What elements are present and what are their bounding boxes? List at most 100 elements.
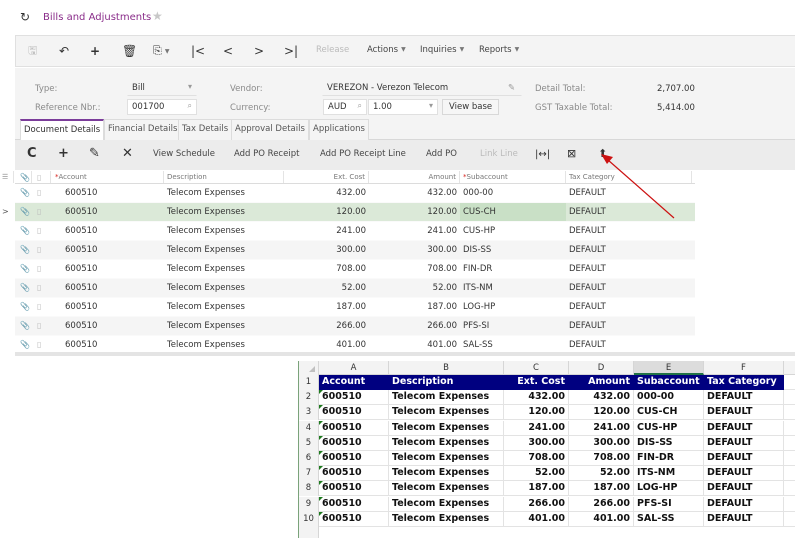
tab-financial-details[interactable]: Financial Details [104, 119, 182, 140]
excel-cell[interactable]: Subaccount [634, 375, 704, 390]
tab-approval-details[interactable]: Approval Details [231, 119, 309, 140]
link-line-button[interactable]: Link Line [480, 149, 518, 159]
add-po-receipt-button[interactable]: Add PO Receipt [234, 149, 299, 159]
add-row-icon[interactable]: + [58, 147, 69, 161]
cell-amount[interactable]: 241.00 [369, 222, 460, 240]
star-icon[interactable]: ★ [152, 9, 163, 23]
excel-cell[interactable]: Telecom Expenses [389, 420, 504, 436]
cell-tax-category[interactable]: DEFAULT [566, 184, 692, 202]
cell-subaccount[interactable]: DIS-SS [460, 241, 566, 259]
cell-ext-cost[interactable]: 300.00 [284, 241, 369, 259]
excel-row-number[interactable]: 9 [299, 496, 319, 512]
note-icon[interactable]: ▯ [32, 241, 51, 259]
cell-subaccount[interactable]: 000-00 [460, 184, 566, 202]
cell-tax-category[interactable]: DEFAULT [566, 298, 692, 316]
excel-cell[interactable]: Tax Category [704, 375, 784, 390]
previous-record-icon[interactable]: < [223, 44, 233, 58]
export-excel-icon[interactable]: ⊠ [567, 147, 576, 161]
copy-paste-icon[interactable]: ⎘ ▼ [153, 44, 169, 59]
cell-description[interactable]: Telecom Expenses [164, 298, 284, 316]
table-row[interactable]: 📎 ▯ 600510 Telecom Expenses 300.00 300.00 DIS-… [15, 241, 695, 260]
cell-ext-cost[interactable]: 187.00 [284, 298, 369, 316]
excel-cell[interactable]: Telecom Expenses [389, 435, 504, 451]
cell-tax-category[interactable]: DEFAULT [566, 222, 692, 240]
edit-pencil-icon[interactable]: ✎ [89, 147, 100, 161]
cell-ext-cost[interactable]: 52.00 [284, 279, 369, 297]
attachment-icon[interactable]: 📎 [15, 279, 32, 297]
excel-cell[interactable]: CUS-HP [634, 420, 704, 436]
cell-tax-category[interactable]: DEFAULT [566, 203, 692, 221]
excel-cell[interactable]: 432.00 [569, 390, 634, 406]
excel-cell[interactable]: 600510 [319, 405, 389, 421]
excel-cell[interactable]: 120.00 [504, 405, 569, 421]
grid-settings-icon[interactable]: ☰ [2, 171, 14, 183]
cell-account[interactable]: 600510 [51, 317, 164, 335]
note-icon[interactable]: ▯ [32, 317, 51, 335]
search-icon[interactable]: ⌕ [188, 101, 192, 111]
excel-cell[interactable]: 600510 [319, 496, 389, 512]
excel-cell[interactable]: 000-00 [634, 390, 704, 406]
excel-row-number[interactable]: 7 [299, 466, 319, 482]
tab-document-details[interactable]: Document Details [20, 119, 105, 140]
delete-icon[interactable]: 🗑 [122, 44, 137, 58]
excel-cell[interactable]: 266.00 [504, 496, 569, 512]
excel-cell[interactable]: DEFAULT [704, 405, 784, 421]
excel-cell[interactable]: DEFAULT [704, 496, 784, 512]
cell-tax-category[interactable]: DEFAULT [566, 260, 692, 278]
cell-tax-category[interactable]: DEFAULT [566, 279, 692, 297]
excel-cell[interactable]: 600510 [319, 481, 389, 497]
excel-cell[interactable]: Telecom Expenses [389, 451, 504, 466]
excel-cell[interactable]: Telecom Expenses [389, 466, 504, 482]
excel-cell[interactable]: 241.00 [569, 420, 634, 436]
excel-cell[interactable]: 708.00 [504, 451, 569, 466]
excel-cell[interactable]: 708.00 [569, 451, 634, 466]
excel-cell[interactable]: Description [389, 375, 504, 390]
cell-description[interactable]: Telecom Expenses [164, 317, 284, 335]
tab-applications[interactable]: Applications [309, 119, 369, 140]
note-icon[interactable]: ▯ [32, 203, 51, 221]
column-header-description[interactable]: Description [164, 171, 284, 183]
cell-ext-cost[interactable]: 266.00 [284, 317, 369, 335]
reference-nbr-field[interactable]: 001700 ⌕ [127, 99, 197, 115]
last-record-icon[interactable]: >| [284, 44, 298, 58]
cell-subaccount[interactable]: PFS-SI [460, 317, 566, 335]
table-row[interactable]: 📎 ▯ 600510 Telecom Expenses 187.00 187.00 LOG-… [15, 298, 695, 317]
excel-cell[interactable]: CUS-CH [634, 405, 704, 421]
excel-cell[interactable]: Telecom Expenses [389, 405, 504, 421]
excel-cell[interactable]: Ext. Cost [504, 375, 569, 390]
excel-row-number[interactable]: 6 [299, 451, 319, 466]
cell-subaccount[interactable]: ITS-NM [460, 279, 566, 297]
cell-account[interactable]: 600510 [51, 222, 164, 240]
excel-row-number[interactable]: 4 [299, 420, 319, 436]
actions-menu[interactable]: Actions ▼ [367, 45, 406, 55]
view-base-button[interactable]: View base [442, 99, 500, 115]
excel-cell[interactable]: 600510 [319, 451, 389, 466]
cell-tax-category[interactable]: DEFAULT [566, 317, 692, 335]
column-header-subaccount[interactable]: *Subaccount [460, 171, 566, 183]
excel-cell[interactable]: DEFAULT [704, 451, 784, 466]
excel-cell[interactable]: Telecom Expenses [389, 511, 504, 527]
excel-cell[interactable]: 52.00 [569, 466, 634, 482]
cell-subaccount[interactable]: LOG-HP [460, 298, 566, 316]
excel-cell[interactable]: 187.00 [569, 481, 634, 497]
delete-row-icon[interactable]: ✕ [122, 147, 133, 161]
table-row[interactable]: 📎 ▯ 600510 Telecom Expenses 241.00 241.00 CUS-… [15, 222, 695, 241]
cell-account[interactable]: 600510 [51, 203, 164, 221]
excel-column-letter[interactable]: A [319, 361, 389, 375]
cell-ext-cost[interactable]: 120.00 [284, 203, 369, 221]
table-row[interactable]: 📎 ▯ 600510 Telecom Expenses 708.00 708.00 FIN-… [15, 260, 695, 279]
attachment-icon[interactable]: 📎 [15, 298, 32, 316]
column-header-ext-cost[interactable]: Ext. Cost [284, 171, 369, 183]
excel-cell[interactable]: SAL-SS [634, 511, 704, 527]
select-all-corner[interactable] [299, 361, 319, 375]
excel-cell[interactable]: ITS-NM [634, 466, 704, 482]
excel-cell[interactable]: 241.00 [504, 420, 569, 436]
excel-row-number[interactable]: 1 [299, 375, 319, 390]
view-schedule-button[interactable]: View Schedule [153, 149, 215, 159]
add-po-receipt-line-button[interactable]: Add PO Receipt Line [320, 149, 406, 159]
save-icon[interactable]: 🖫 [28, 44, 37, 58]
excel-cell[interactable]: 266.00 [569, 496, 634, 512]
excel-cell[interactable]: DIS-SS [634, 435, 704, 451]
excel-cell[interactable]: Telecom Expenses [389, 481, 504, 497]
excel-column-letter[interactable]: E [634, 361, 704, 375]
